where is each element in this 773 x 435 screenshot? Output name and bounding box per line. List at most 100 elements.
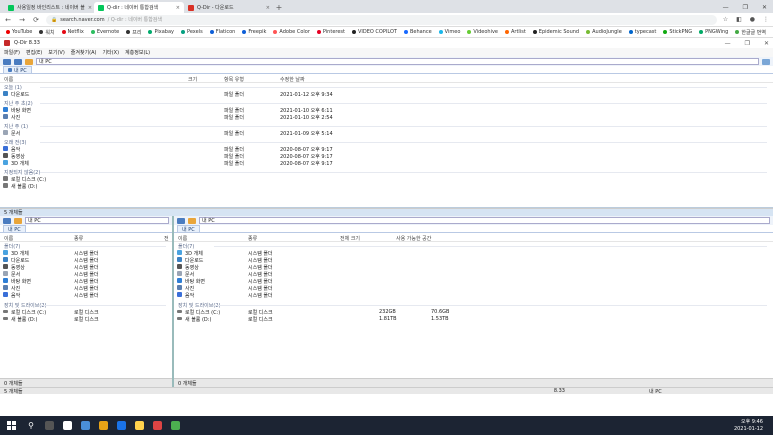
bookmark-item[interactable]: 워치 <box>39 29 55 36</box>
bookmark-item[interactable]: typecast <box>628 29 656 35</box>
bookmark-item[interactable]: StickPNG <box>663 29 692 35</box>
group-header[interactable]: 지난 주 초(2) <box>0 99 773 107</box>
file-row[interactable]: 다운로드 시스템 폴더 <box>174 256 773 264</box>
file-row[interactable]: 사진 파일 폴더 2021-01-10 오후 2:54 <box>0 113 773 121</box>
group-header[interactable]: 장치 및 드라이브(2) <box>0 301 172 309</box>
extension-icon[interactable]: ◧ <box>736 16 742 23</box>
folder-up-icon[interactable] <box>188 217 196 224</box>
bookmark-item[interactable]: Pexels <box>180 29 203 35</box>
group-header[interactable]: 지정되지 않음(2) <box>0 168 773 176</box>
drive-row[interactable]: 로컬 디스크 (C:) 로컬 디스크 <box>0 308 172 316</box>
col-name[interactable]: 이름 <box>178 235 187 242</box>
col-type[interactable]: 종류 <box>74 235 83 242</box>
file-row[interactable]: 음악 파일 폴더 2020-08-07 오후 9:17 <box>0 145 773 153</box>
browser-tab[interactable]: 사용일정 바인리스트 : 네이버 블 × <box>4 2 94 13</box>
browser-tab[interactable]: Q-Dir - 다운로드 × <box>184 2 274 13</box>
address-bar[interactable]: 🔒 search.naver.com / Q-dir : 네이버 통합검색 <box>46 14 717 25</box>
top-location-field[interactable]: 내 PC <box>36 58 759 65</box>
menu-item[interactable]: 계층정보(L) <box>125 49 150 56</box>
start-button[interactable] <box>0 416 22 435</box>
back-icon[interactable] <box>3 58 11 65</box>
view-icon[interactable] <box>762 58 770 65</box>
browser-tab[interactable]: Q-dir : 네이버 통합검색 × <box>94 2 184 13</box>
folder-up-icon[interactable] <box>14 217 22 224</box>
system-clock[interactable]: 오후 9:46 2021-01-12 <box>734 419 773 433</box>
back-icon[interactable]: ← <box>4 16 12 24</box>
folder-up-icon[interactable] <box>25 58 33 65</box>
file-row[interactable]: 동영상 파일 폴더 2020-08-07 오후 9:17 <box>0 152 773 160</box>
menu-item[interactable]: 파일(F) <box>4 49 20 56</box>
col-name[interactable]: 이름 <box>4 76 13 83</box>
right-location-field[interactable]: 내 PC <box>199 217 770 224</box>
taskbar-app[interactable] <box>148 416 166 435</box>
file-row[interactable]: 바탕 화면 시스템 폴더 <box>174 277 773 285</box>
tab-my-pc[interactable]: 내 PC <box>3 225 26 233</box>
file-row[interactable]: 동영상 시스템 폴더 <box>0 263 172 271</box>
file-row[interactable]: 새 볼륨 (D:) <box>0 182 773 190</box>
col-type[interactable]: 종류 <box>248 235 257 242</box>
profile-icon[interactable]: ● <box>750 16 755 23</box>
group-header[interactable]: 지난 주 (1) <box>0 122 773 130</box>
qdir-close[interactable]: ✕ <box>764 40 769 47</box>
taskbar-app[interactable] <box>94 416 112 435</box>
bookmark-item[interactable]: Behance <box>403 29 432 35</box>
col-total[interactable]: 전체 크기 <box>340 235 360 242</box>
search-icon[interactable]: ⚲ <box>22 416 40 435</box>
file-row[interactable]: 음악 시스템 폴더 <box>174 291 773 299</box>
bookmark-item[interactable]: Flaticon <box>209 29 235 35</box>
col-date[interactable]: 수정한 날짜 <box>280 76 305 83</box>
close-button[interactable]: ✕ <box>762 4 767 11</box>
file-row[interactable]: 음악 시스템 폴더 <box>0 291 172 299</box>
col-size[interactable]: 크기 <box>188 76 197 83</box>
file-row[interactable]: 다운로드 시스템 폴더 <box>0 256 172 264</box>
col-type[interactable]: 항목 유형 <box>224 76 244 83</box>
taskbar-app[interactable] <box>130 416 148 435</box>
drive-row[interactable]: 새 볼륨 (D:) 로컬 디스크 1.81TB 1.53TB <box>174 315 773 323</box>
bookmark-item[interactable]: AudioJungle <box>586 29 622 35</box>
file-row[interactable]: 바탕 화면 파일 폴더 2021-01-10 오후 6:11 <box>0 106 773 114</box>
bookmark-item[interactable]: VIDEO COPILOT <box>351 29 397 35</box>
file-row[interactable]: 사진 시스템 폴더 <box>0 284 172 292</box>
taskbar-app[interactable] <box>40 416 58 435</box>
bookmark-item[interactable]: Videohive <box>467 29 498 35</box>
bookmark-item[interactable]: Pixabay <box>148 29 174 35</box>
file-row[interactable]: 로컬 디스크 (C:) <box>0 175 773 183</box>
reload-icon[interactable]: ⟳ <box>32 16 40 24</box>
left-location-field[interactable]: 내 PC <box>25 217 169 224</box>
taskbar-app[interactable] <box>112 416 130 435</box>
bookmark-item[interactable]: Epidemic Sound <box>532 29 579 35</box>
menu-icon[interactable]: ⋮ <box>763 16 769 23</box>
drive-row[interactable]: 로컬 디스크 (C:) 로컬 디스크 232GB 70.6GB <box>174 308 773 316</box>
bookmark-item[interactable]: Freepik <box>242 29 266 35</box>
group-header[interactable]: 폴더(7) <box>0 242 172 250</box>
group-header[interactable]: 오늘 (1) <box>0 83 773 91</box>
file-row[interactable]: 사진 시스템 폴더 <box>174 284 773 292</box>
menu-item[interactable]: 편집(E) <box>26 49 42 56</box>
group-header[interactable]: 오래 전(3) <box>0 138 773 146</box>
bookmark-item[interactable]: PNGWing <box>699 29 728 35</box>
forward-icon[interactable] <box>14 58 22 65</box>
menu-item[interactable]: 즐겨찾기(A) <box>71 49 97 56</box>
taskbar-app[interactable] <box>166 416 184 435</box>
tab-close-icon[interactable]: × <box>88 5 92 11</box>
qdir-minimize[interactable]: — <box>725 40 731 47</box>
col-name[interactable]: 이름 <box>4 235 13 242</box>
file-row[interactable]: 3D 개체 시스템 폴더 <box>174 249 773 257</box>
bookmark-item[interactable]: 한글글 번역 <box>735 29 766 36</box>
tab-close-icon[interactable]: × <box>176 5 180 11</box>
file-row[interactable]: 동영상 시스템 폴더 <box>174 263 773 271</box>
col-free[interactable]: 사용 가능한 공간 <box>396 235 431 242</box>
bookmark-item[interactable]: 프리 <box>126 29 141 36</box>
tab-my-pc[interactable]: 내 PC <box>177 225 200 233</box>
bookmark-item[interactable]: Pinterest <box>316 29 345 35</box>
bookmark-item[interactable]: Netflix <box>61 29 84 35</box>
bookmark-item[interactable]: Adobe Color <box>273 29 310 35</box>
file-row[interactable]: 문서 시스템 폴더 <box>174 270 773 278</box>
star-icon[interactable]: ☆ <box>723 16 728 23</box>
file-row[interactable]: 3D 개체 파일 폴더 2020-08-07 오후 9:17 <box>0 159 773 167</box>
forward-icon[interactable]: → <box>18 16 26 24</box>
file-row[interactable]: 문서 시스템 폴더 <box>0 270 172 278</box>
file-row[interactable]: 바탕 화면 시스템 폴더 <box>0 277 172 285</box>
tab-my-pc[interactable]: 내 PC <box>3 66 32 74</box>
menu-item[interactable]: 보기(V) <box>48 49 65 56</box>
